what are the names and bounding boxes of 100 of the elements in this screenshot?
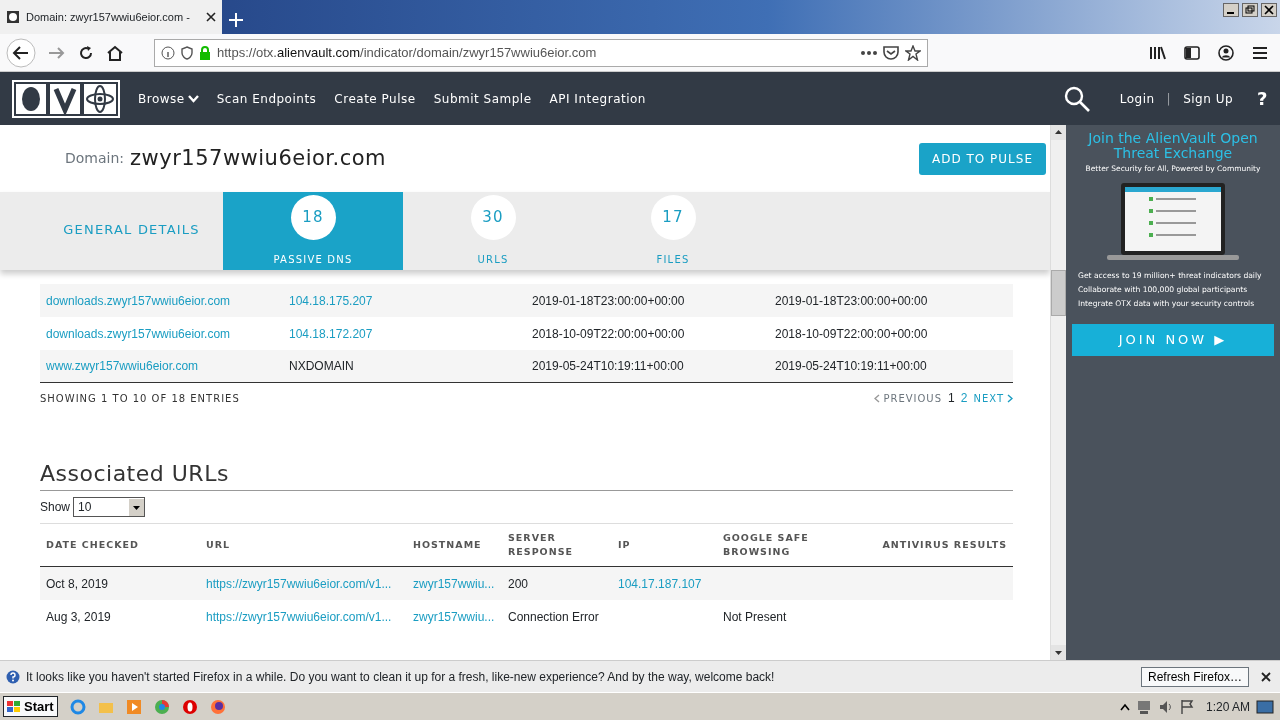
url-link[interactable]: https://zwyr157wwiu6eior.com/v1... xyxy=(206,609,392,624)
desktop-icon[interactable] xyxy=(1256,699,1274,714)
start-button[interactable]: Start xyxy=(3,695,58,718)
site-icon xyxy=(6,10,20,24)
column-header: GOOGLE SAFE BROWSING xyxy=(723,530,810,559)
reload-icon[interactable] xyxy=(78,44,94,61)
tab-title: Domain: zwyr157wwiu6eior.com - xyxy=(26,9,191,25)
address-bar[interactable]: https://otx.alienvault.com/indicator/domain/zwyr157wwiu6eior.com xyxy=(154,38,928,67)
url-link[interactable]: https://zwyr157wwiu6eior.com/v1... xyxy=(206,576,392,591)
star-icon[interactable] xyxy=(905,44,921,61)
previous-link[interactable]: PREVIOUS xyxy=(874,390,943,406)
network-icon[interactable] xyxy=(1135,698,1152,715)
nav-link[interactable]: Submit Sample xyxy=(433,89,532,108)
account-icon[interactable] xyxy=(1218,44,1234,61)
count-badge: 17 xyxy=(650,195,696,240)
show-label: Show xyxy=(40,499,71,516)
page-size-select[interactable]: 10 xyxy=(73,497,146,517)
hostname-link[interactable]: downloads.zwyr157wwiu6eior.com xyxy=(46,324,289,343)
table-cell: Oct 8, 2019 xyxy=(46,576,109,591)
next-link[interactable]: NEXT xyxy=(973,390,1013,406)
ip-link[interactable]: 104.18.175.207 xyxy=(289,291,532,310)
count-badge: 18 xyxy=(290,195,336,240)
tab[interactable]: 17 FILES xyxy=(583,192,763,270)
address-text: NXDOMAIN xyxy=(289,358,355,375)
entries-info: SHOWING 1 TO 10 OF 18 ENTRIES xyxy=(40,391,240,406)
column-header: DATE CHECKED xyxy=(46,537,140,552)
join-now-button[interactable]: JOIN NOW ▶ xyxy=(1072,323,1274,356)
domain-label: Domain: xyxy=(65,149,125,168)
page-link[interactable]: 1 xyxy=(948,389,955,407)
new-tab-icon[interactable] xyxy=(228,12,244,28)
sidebar-icon[interactable] xyxy=(1184,45,1200,60)
refresh-firefox-button[interactable]: Refresh Firefox… xyxy=(1140,666,1249,687)
nav-link[interactable]: API Integration xyxy=(549,89,646,108)
section-title: Associated URLs xyxy=(40,457,1013,491)
nav-link[interactable]: Create Pulse xyxy=(334,89,416,108)
table-cell-text: 2019-01-18T23:00:00+00:00 xyxy=(775,292,928,310)
close-icon[interactable] xyxy=(206,12,216,22)
table-cell: Aug 3, 2019 xyxy=(46,609,111,624)
ip-link[interactable]: 104.17.187.107 xyxy=(618,576,702,591)
help-link[interactable]: ? xyxy=(1257,85,1268,112)
minimize-window-icon[interactable] xyxy=(1223,3,1239,17)
table-cell: Not Present xyxy=(723,609,787,624)
column-header: SERVER RESPONSE xyxy=(508,530,574,559)
column-header: IP xyxy=(618,537,632,552)
scroll-thumb[interactable] xyxy=(1051,270,1066,316)
tab[interactable]: GENERAL DETAILS xyxy=(0,192,223,270)
firefox-icon[interactable] xyxy=(209,698,226,715)
hostname-link[interactable]: zwyr157wwiu... xyxy=(413,609,495,624)
windows-flag-icon xyxy=(7,700,21,713)
hostname-link[interactable]: www.zwyr157wwiu6eior.com xyxy=(46,357,289,375)
close-window-icon[interactable] xyxy=(1261,3,1277,17)
table-cell-text: 2019-05-24T10:19:11+00:00 xyxy=(532,358,685,375)
home-icon[interactable] xyxy=(106,44,124,61)
clock-text: 1:20 AM xyxy=(1205,698,1250,716)
notification-text: It looks like you haven't started Firefox in a while. Do you want to clean it up for a fresh, like-new experience? And by the way, welcome back! xyxy=(26,668,776,686)
ip-link[interactable]: 104.18.172.207 xyxy=(289,324,532,343)
help-icon xyxy=(6,669,20,684)
close-icon[interactable] xyxy=(1261,671,1271,682)
logo-drawing[interactable] xyxy=(12,79,120,118)
opera-icon[interactable] xyxy=(181,698,198,715)
more-icon[interactable] xyxy=(861,50,877,55)
column-header: URL xyxy=(206,537,232,552)
pocket-icon[interactable] xyxy=(883,45,899,60)
count-badge: 30 xyxy=(470,195,516,240)
back-icon[interactable] xyxy=(6,37,36,68)
scroll-up-icon[interactable] xyxy=(1051,125,1066,140)
library-icon[interactable] xyxy=(1150,45,1166,60)
scroll-down-icon[interactable] xyxy=(1051,645,1066,660)
column-header: HOSTNAME xyxy=(413,537,483,552)
table-cell-text: 2019-01-18T23:00:00+00:00 xyxy=(532,292,686,310)
separator: | xyxy=(1166,90,1172,108)
url-text: https://otx.alienvault.com/indicator/domain/zwyr157wwiu6eior.com xyxy=(217,43,598,62)
chrome-icon[interactable] xyxy=(153,698,170,715)
chevron-icon xyxy=(187,94,199,103)
table-cell-text: 2018-10-09T22:00:00+00:00 xyxy=(532,325,686,343)
hostname-link[interactable]: downloads.zwyr157wwiu6eior.com xyxy=(46,291,289,310)
nav-link[interactable]: Browse xyxy=(138,89,199,108)
table-cell-text: 2018-10-09T22:00:00+00:00 xyxy=(775,325,928,343)
chevron-right-icon xyxy=(1007,393,1013,403)
search-icon[interactable] xyxy=(1063,85,1090,112)
nav-link[interactable]: Scan Endpoints xyxy=(216,89,317,108)
page-link[interactable]: 2 xyxy=(960,389,968,407)
flag-icon[interactable] xyxy=(1179,698,1194,715)
ad-title: Join the AlienVault Open Threat Exchange xyxy=(1088,131,1258,161)
table-cell: 200 xyxy=(508,576,529,591)
add-to-pulse-button[interactable]: ADD TO PULSE xyxy=(919,142,1046,175)
login-link[interactable]: Login xyxy=(1119,89,1155,108)
info-icon xyxy=(161,45,175,60)
chevron-up-icon[interactable] xyxy=(1119,702,1130,711)
tab[interactable]: 30 URLS xyxy=(403,192,583,270)
signup-link[interactable]: Sign Up xyxy=(1183,89,1234,108)
tab[interactable]: 18 PASSIVE DNS xyxy=(223,192,403,270)
restore-window-icon[interactable] xyxy=(1242,3,1258,17)
menu-icon[interactable] xyxy=(1252,45,1268,60)
forward-icon[interactable] xyxy=(48,44,66,61)
browser-tab[interactable]: Domain: zwyr157wwiu6eior.com - xyxy=(0,0,222,34)
table-cell-text: 2019-05-24T10:19:11+00:00 xyxy=(775,358,927,375)
column-header: ANTIVIRUS RESULTS xyxy=(882,537,1007,552)
shield-icon xyxy=(181,45,193,60)
hostname-link[interactable]: zwyr157wwiu... xyxy=(413,576,495,591)
